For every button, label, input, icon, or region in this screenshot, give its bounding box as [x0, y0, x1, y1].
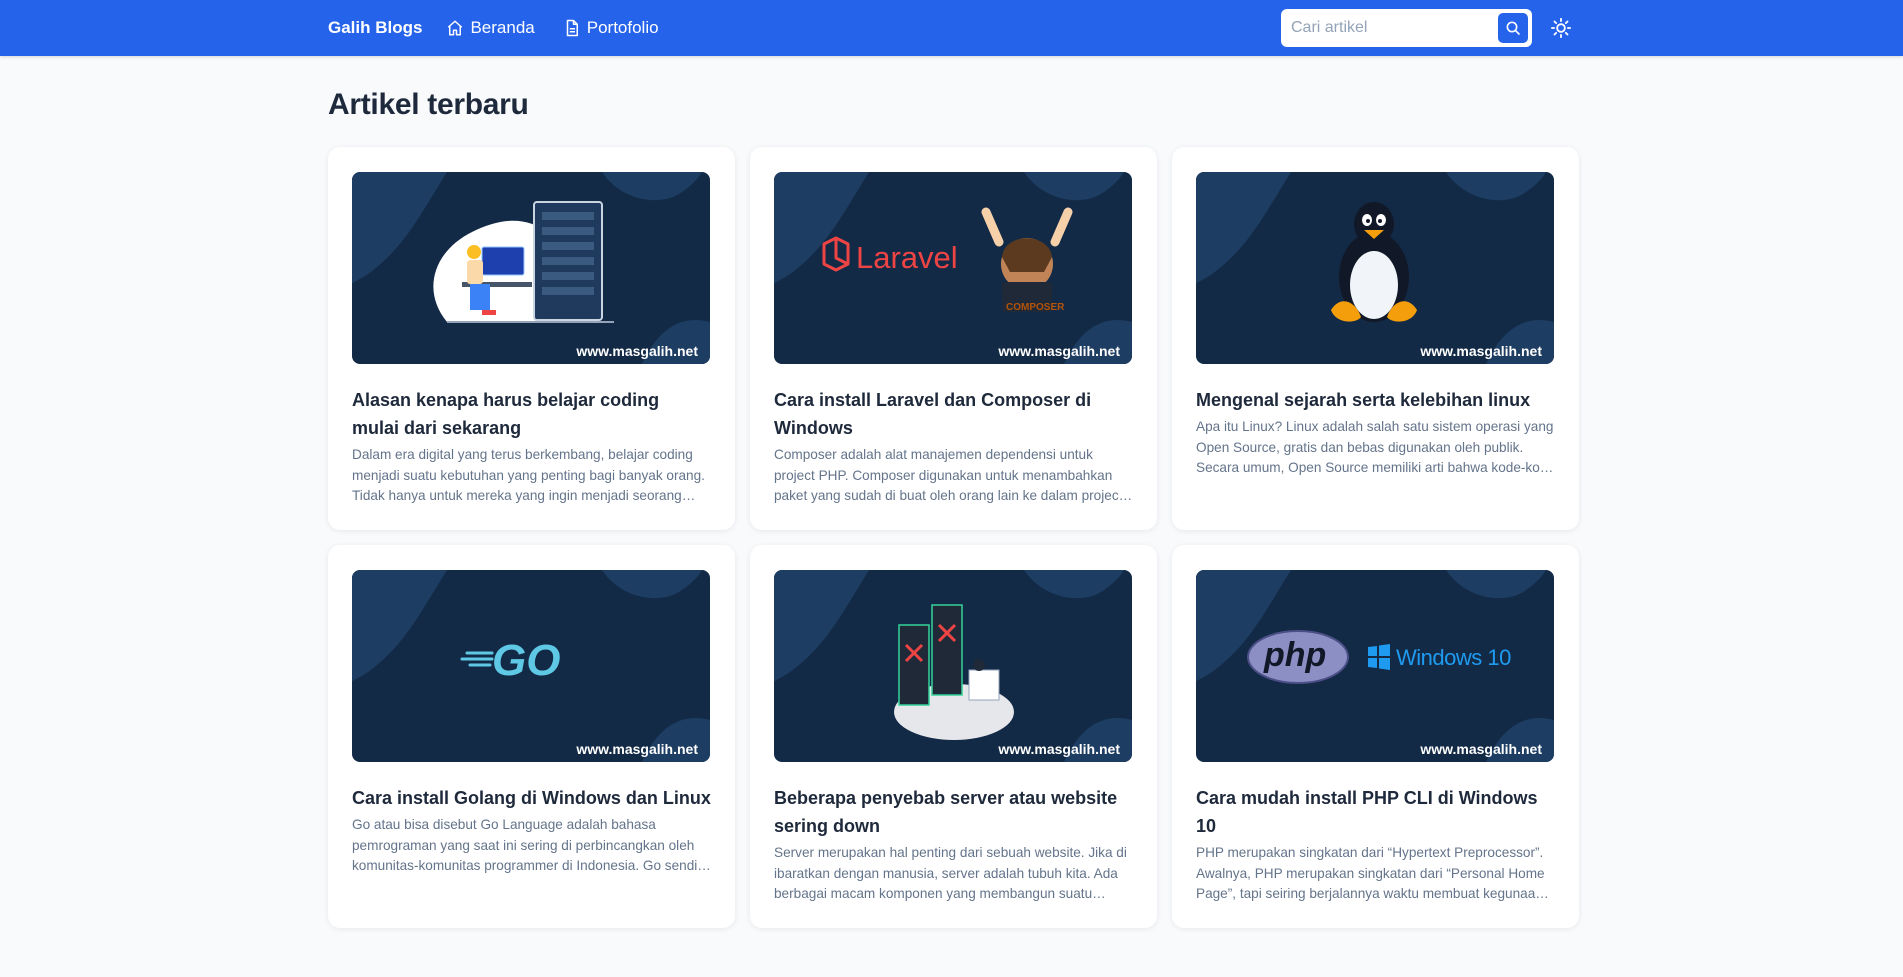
- article-thumbnail: www.masgalih.net: [352, 172, 710, 364]
- nav-link-label: Beranda: [470, 18, 535, 37]
- thumbnail-watermark: www.masgalih.net: [998, 741, 1120, 757]
- article-title[interactable]: Cara mudah install PHP CLI di Windows 10: [1196, 784, 1555, 840]
- article-card[interactable]: www.masgalih.net Beberapa penyebab serve…: [750, 545, 1157, 928]
- nav-link-portofolio[interactable]: Portofolio: [563, 18, 659, 38]
- article-card[interactable]: GO www.masgalih.net Cara install Golang …: [328, 545, 735, 928]
- search-icon: [1506, 21, 1520, 35]
- article-thumbnail: Laravel COMPOSER www.masgalih.net: [774, 172, 1132, 364]
- article-excerpt: Server merupakan hal penting dari sebuah…: [774, 845, 1127, 901]
- nav-link-label: Portofolio: [586, 18, 659, 37]
- article-title[interactable]: Cara install Laravel dan Composer di Win…: [774, 386, 1133, 442]
- article-excerpt: Composer adalah alat manajemen dependens…: [774, 447, 1123, 503]
- search-input[interactable]: [1291, 19, 1498, 37]
- document-icon: [566, 19, 578, 37]
- article-grid: www.masgalih.net Alasan kenapa harus bel…: [328, 147, 1579, 928]
- thumbnail-watermark: www.masgalih.net: [1420, 343, 1542, 359]
- nav-link-beranda[interactable]: Beranda: [446, 18, 535, 38]
- thumbnail-watermark: www.masgalih.net: [998, 343, 1120, 359]
- php-logo-text: php: [1264, 636, 1327, 674]
- article-card[interactable]: www.masgalih.net Mengenal sejarah serta …: [1172, 147, 1579, 530]
- article-excerpt: Apa itu Linux? Linux adalah salah satu s…: [1196, 419, 1555, 475]
- article-card[interactable]: Laravel COMPOSER www.masgalih.net Cara i…: [750, 147, 1157, 530]
- article-thumbnail: www.masgalih.net: [1196, 172, 1554, 364]
- sun-icon: [1550, 17, 1572, 39]
- golang-logo-text: GO: [492, 636, 561, 685]
- coding-illustration: [433, 201, 614, 323]
- article-title[interactable]: Cara install Golang di Windows dan Linux: [352, 784, 711, 812]
- linux-tux-illustration: [1331, 202, 1417, 322]
- article-title[interactable]: Beberapa penyebab server atau website se…: [774, 784, 1133, 840]
- server-down-illustration: [894, 604, 1014, 740]
- search-box: [1281, 9, 1532, 47]
- navbar-inner: Galih Blogs Beranda Portofolio: [328, 0, 1578, 56]
- thumbnail-watermark: www.masgalih.net: [576, 741, 698, 757]
- navbar: Galih Blogs Beranda Portofolio: [0, 0, 1903, 56]
- article-excerpt: Go atau bisa disebut Go Language adalah …: [352, 817, 705, 873]
- article-excerpt: Dalam era digital yang terus berkembang,…: [352, 447, 705, 503]
- theme-toggle-button[interactable]: [1544, 11, 1578, 45]
- brand-link[interactable]: Galih Blogs: [328, 18, 422, 38]
- article-thumbnail: php Windows 10 www.masgalih.net: [1196, 570, 1554, 762]
- article-excerpt: PHP merupakan singkatan dari “Hypertext …: [1196, 845, 1545, 901]
- article-title[interactable]: Alasan kenapa harus belajar coding mulai…: [352, 386, 711, 442]
- windows-logo-text: Windows 10: [1396, 645, 1511, 670]
- thumbnail-watermark: www.masgalih.net: [1420, 741, 1542, 757]
- page-title: Artikel terbaru: [328, 88, 529, 121]
- article-thumbnail: www.masgalih.net: [774, 570, 1132, 762]
- article-thumbnail: GO www.masgalih.net: [352, 570, 710, 762]
- article-title[interactable]: Mengenal sejarah serta kelebihan linux: [1196, 386, 1555, 414]
- laravel-logo-text: Laravel: [856, 240, 958, 275]
- thumbnail-watermark: www.masgalih.net: [576, 343, 698, 359]
- composer-logo-text: COMPOSER: [1006, 302, 1065, 313]
- article-card[interactable]: php Windows 10 www.masgalih.net Cara mud…: [1172, 545, 1579, 928]
- article-card[interactable]: www.masgalih.net Alasan kenapa harus bel…: [328, 147, 735, 530]
- search-button[interactable]: [1498, 13, 1528, 43]
- home-icon: [448, 20, 463, 36]
- navbar-actions: [1281, 9, 1578, 47]
